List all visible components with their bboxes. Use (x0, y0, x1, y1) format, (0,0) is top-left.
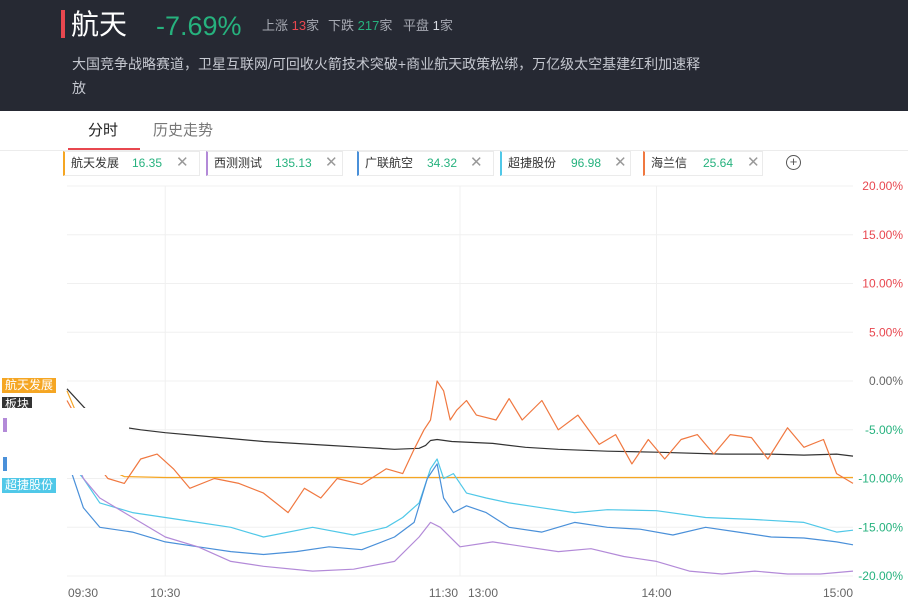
title-accent-bar (61, 10, 65, 38)
x-tick-label: 14:00 (641, 586, 671, 600)
x-tick-label: 11:30 (429, 586, 458, 600)
x-tick-label: 13:00 (468, 586, 498, 600)
view-tabs: 分时 历史走势 (0, 111, 908, 151)
tag-marker-purple (3, 418, 7, 432)
sector-change: -7.69% (156, 11, 242, 41)
chip-value: 16.35 (132, 156, 163, 170)
y-tick-label: -15.00% (858, 520, 903, 534)
stock-chip[interactable]: 超捷股份 96.98 ✕ (500, 151, 631, 176)
tag-cover (2, 408, 129, 475)
stock-chip[interactable]: 海兰信 25.64 ✕ (643, 151, 763, 176)
close-x-icon[interactable]: ✕ (614, 152, 627, 174)
y-tick-label: 10.00% (862, 277, 903, 291)
y-tick-label: 5.00% (869, 325, 903, 339)
up-stat: 上涨 13家 (262, 18, 320, 33)
x-tick-label: 09:30 (68, 586, 98, 600)
chip-value: 96.98 (571, 156, 602, 170)
y-tick-label: -10.00% (858, 472, 903, 486)
sector-title: 航天 (71, 9, 128, 40)
y-tick-label: 15.00% (862, 228, 903, 242)
tag-label: 超捷股份 (2, 478, 57, 493)
y-tick-label: -20.00% (858, 569, 903, 583)
chip-value: 34.32 (427, 156, 458, 170)
plus-circle-icon[interactable]: + (786, 155, 801, 170)
tab-intraday[interactable]: 分时 (88, 121, 118, 141)
tag-marker-blue (3, 457, 7, 471)
x-tick-label: 15:00 (823, 586, 853, 600)
chip-name: 海兰信 (651, 156, 688, 170)
sector-description: 大国竞争战略赛道，卫星互联网/可回收火箭技术突破+商业航天政策松绑，万亿级太空基… (72, 56, 701, 96)
chip-name: 西测测试 (214, 156, 263, 170)
close-x-icon[interactable]: ✕ (325, 152, 338, 174)
x-tick-label: 10:30 (150, 586, 180, 600)
chip-value: 135.13 (275, 156, 312, 170)
chip-name: 航天发展 (71, 156, 120, 170)
stock-chip[interactable]: 广联航空 34.32 ✕ (357, 151, 494, 176)
tab-history[interactable]: 历史走势 (153, 121, 213, 141)
stock-chip[interactable]: 西测测试 135.13 ✕ (206, 151, 343, 176)
down-stat: 下跌 217家 (328, 18, 393, 33)
close-x-icon[interactable]: ✕ (747, 152, 760, 174)
intraday-chart: 20.00% 15.00% 10.00% 5.00% 0.00% -5.00% -10.00… (66, 179, 903, 600)
close-x-icon[interactable]: ✕ (176, 152, 189, 174)
flat-stat: 平盘 1家 (403, 18, 453, 33)
stock-chip[interactable]: 航天发展 16.35 ✕ (63, 151, 200, 176)
close-x-icon[interactable]: ✕ (470, 152, 483, 174)
tag-label: 航天发展 (2, 378, 57, 393)
y-tick-label: 0.00% (869, 374, 903, 388)
chip-name: 广联航空 (365, 156, 414, 170)
chip-name: 超捷股份 (508, 156, 557, 170)
sector-header: 航天 -7.69% 上涨 13家 下跌 217家 平盘 1家 大国竞争战略赛道，… (0, 0, 908, 111)
chip-value: 25.64 (703, 156, 734, 170)
y-tick-label: 20.00% (862, 179, 903, 193)
y-tick-label: -5.00% (865, 423, 903, 437)
